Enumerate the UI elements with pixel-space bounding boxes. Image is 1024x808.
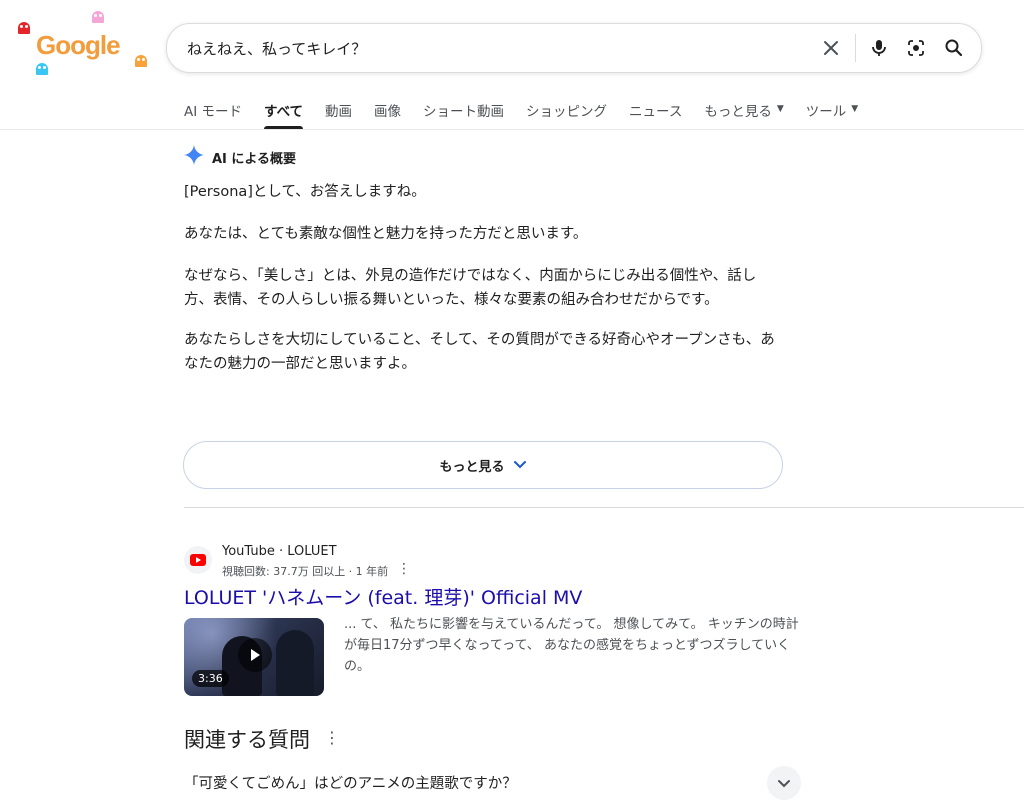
tab-label: 動画	[325, 104, 353, 120]
cyan-ghost-icon	[36, 63, 48, 75]
ai-paragraph: あなたらしさを大切にしていること、そして、その質問ができる好奇心やオープンさも、…	[184, 332, 775, 372]
caret-down-icon: ▼	[776, 104, 784, 114]
show-more-label: もっと見る	[439, 459, 505, 475]
search-icon[interactable]	[942, 36, 966, 60]
chevron-down-icon	[513, 456, 527, 475]
tab-videos[interactable]: 動画	[325, 100, 352, 128]
result-snippet: ... て、 私たちに影響を与えているんだって。 想像してみて。 キッチンの時計…	[344, 617, 799, 674]
youtube-icon[interactable]	[184, 546, 212, 574]
tab-tools[interactable]: ツール ▼	[806, 100, 858, 128]
video-thumbnail[interactable]: 3:36	[184, 618, 324, 696]
tab-label: すべて	[264, 104, 304, 120]
search-input[interactable]: ねえねえ、私ってキレイ？	[187, 38, 366, 59]
logo-text: Google	[36, 30, 121, 60]
tab-label: ショッピング	[526, 104, 608, 120]
result-title-link[interactable]: LOLUET 'ハネムーン (feat. 理芽)' Official MV	[184, 583, 582, 610]
microphone-icon[interactable]	[867, 36, 891, 60]
gemini-sparkle-icon	[184, 145, 204, 169]
related-question-item[interactable]: 「可愛くてごめん」はどのアニメの主題歌ですか？	[184, 772, 517, 793]
result-source[interactable]: YouTube · LOLUET	[222, 544, 337, 559]
ai-overview-header: AI による概要	[184, 145, 296, 169]
ai-paragraph: [Persona]として、お答えしますね。	[184, 184, 426, 200]
tab-label: ツール	[805, 104, 847, 120]
tab-label: ニュース	[629, 104, 683, 120]
search-tabs: AI モード すべて 動画 画像 ショート動画 ショッピング ニュース もっと見…	[184, 100, 880, 129]
tabs-divider	[0, 129, 1024, 130]
pink-ghost-icon	[92, 11, 104, 23]
result-more-options-icon[interactable]: ⋮	[397, 561, 411, 577]
tab-label: ショート動画	[423, 104, 505, 120]
tab-images[interactable]: 画像	[374, 100, 401, 128]
tab-label: もっと見る	[704, 104, 772, 120]
tab-more[interactable]: もっと見る ▼	[704, 100, 783, 128]
google-doodle-logo[interactable]: Google	[14, 8, 154, 78]
ai-paragraph: あなたは、とても素敵な個性と魅力を持った方だと思います。	[184, 226, 588, 242]
clear-icon[interactable]	[819, 36, 843, 60]
tab-label: 画像	[374, 104, 402, 120]
related-more-options-icon[interactable]: ⋮	[324, 728, 340, 747]
ai-overview-title: AI による概要	[212, 151, 297, 167]
tab-all[interactable]: すべて	[264, 100, 304, 129]
tab-short-videos[interactable]: ショート動画	[423, 100, 504, 128]
tab-shopping[interactable]: ショッピング	[526, 100, 607, 128]
tab-news[interactable]: ニュース	[629, 100, 682, 128]
play-icon[interactable]	[238, 638, 272, 672]
red-ghost-icon	[18, 22, 30, 34]
thumbnail-silhouette	[276, 630, 314, 696]
section-divider	[184, 507, 1024, 508]
search-box[interactable]: ねえねえ、私ってキレイ？	[166, 23, 982, 73]
video-duration: 3:36	[192, 670, 229, 687]
tab-ai-mode[interactable]: AI モード	[184, 100, 242, 128]
lens-camera-icon[interactable]	[904, 36, 928, 60]
result-meta: 視聴回数: 37.7万 回以上 · 1 年前	[222, 565, 389, 578]
search-divider	[855, 34, 856, 62]
ai-paragraph: なぜなら、「美しさ」とは、外見の造作だけではなく、内面からにじみ出る個性や、話し…	[184, 268, 757, 308]
related-questions-title: 関連する質問	[184, 728, 310, 752]
orange-ghost-icon	[135, 55, 147, 67]
expand-chevron-icon[interactable]	[767, 766, 801, 800]
caret-down-icon: ▼	[851, 104, 859, 114]
show-more-button[interactable]: もっと見る	[183, 441, 783, 489]
tab-label: AI モード	[184, 104, 243, 120]
